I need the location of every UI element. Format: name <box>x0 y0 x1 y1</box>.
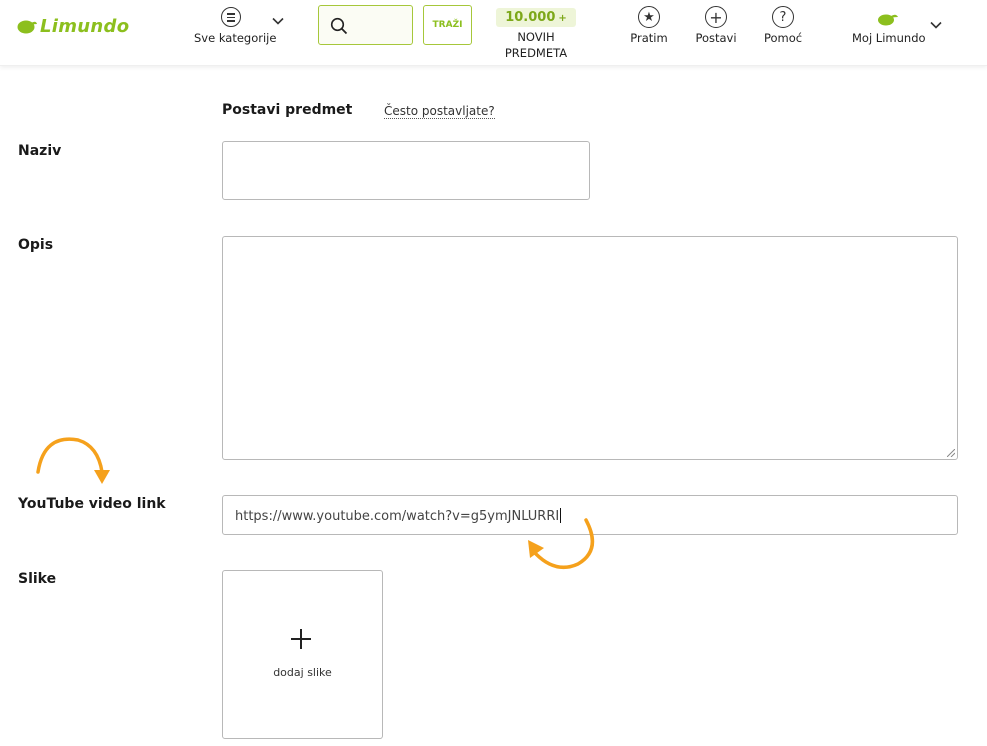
add-images-button[interactable]: dodaj slike <box>222 570 383 739</box>
account-label: Moj Limundo <box>852 31 926 45</box>
youtube-value-wrap: https://www.youtube.com/watch?v=g5ymJNLU… <box>235 508 562 524</box>
nav-postavi-label: Postavi <box>695 31 737 45</box>
limundo-logo[interactable]: Limundo <box>16 13 138 39</box>
page-title: Postavi predmet <box>222 102 353 118</box>
menu-icon <box>221 7 241 27</box>
top-header: Limundo Sve kategorije TRAŽI 10.000 + NOV… <box>0 0 987 66</box>
youtube-label: YouTube video link <box>18 496 166 512</box>
nav-pratim[interactable]: ★ Pratim <box>628 6 670 46</box>
logo-text: Limundo <box>40 15 130 37</box>
naziv-input[interactable] <box>222 141 590 200</box>
lemon-logo-icon <box>17 20 37 34</box>
new-items-badge: 10.000 + <box>496 8 576 27</box>
annotation-arrow-icon <box>36 437 110 484</box>
account-menu[interactable]: Moj Limundo <box>850 6 950 46</box>
chevron-down-icon <box>272 17 284 25</box>
categories-menu[interactable]: Sve kategorije <box>192 6 292 46</box>
slike-label: Slike <box>18 571 57 587</box>
plus-icon <box>291 629 311 649</box>
annotation-arrow-icon <box>528 518 595 570</box>
resize-handle-icon[interactable] <box>947 449 955 457</box>
nav-pomoc[interactable]: ? Pomoć <box>762 6 804 46</box>
nav-pratim-label: Pratim <box>630 31 668 45</box>
search-input[interactable] <box>318 5 413 45</box>
new-items-label-line1: NOVIH <box>517 30 555 44</box>
naziv-label: Naziv <box>18 143 62 159</box>
categories-label: Sve kategorije <box>194 31 277 45</box>
new-items-link[interactable]: 10.000 + NOVIH PREDMETA <box>494 6 578 64</box>
search-button[interactable]: TRAŽI <box>423 5 472 45</box>
nav-pomoc-label: Pomoć <box>763 31 803 45</box>
new-items-label-line2: PREDMETA <box>504 46 568 60</box>
star-icon: ★ <box>638 6 660 28</box>
new-items-label: NOVIH PREDMETA <box>494 29 578 61</box>
new-items-plus: + <box>558 13 567 24</box>
help-link[interactable]: Često postavljate? <box>384 104 495 119</box>
chevron-down-icon <box>930 21 942 29</box>
plus-circle-icon: + <box>705 6 727 28</box>
lemon-avatar-icon <box>878 14 898 26</box>
question-icon: ? <box>772 6 794 28</box>
nav-postavi[interactable]: + Postavi <box>694 6 738 46</box>
opis-label: Opis <box>18 237 54 253</box>
opis-textarea[interactable] <box>222 236 958 460</box>
youtube-value: https://www.youtube.com/watch?v=g5ymJNLU… <box>235 509 560 524</box>
search-icon <box>330 17 348 35</box>
new-items-count: 10.000 <box>505 10 556 25</box>
add-images-label: dodaj slike <box>273 666 332 679</box>
